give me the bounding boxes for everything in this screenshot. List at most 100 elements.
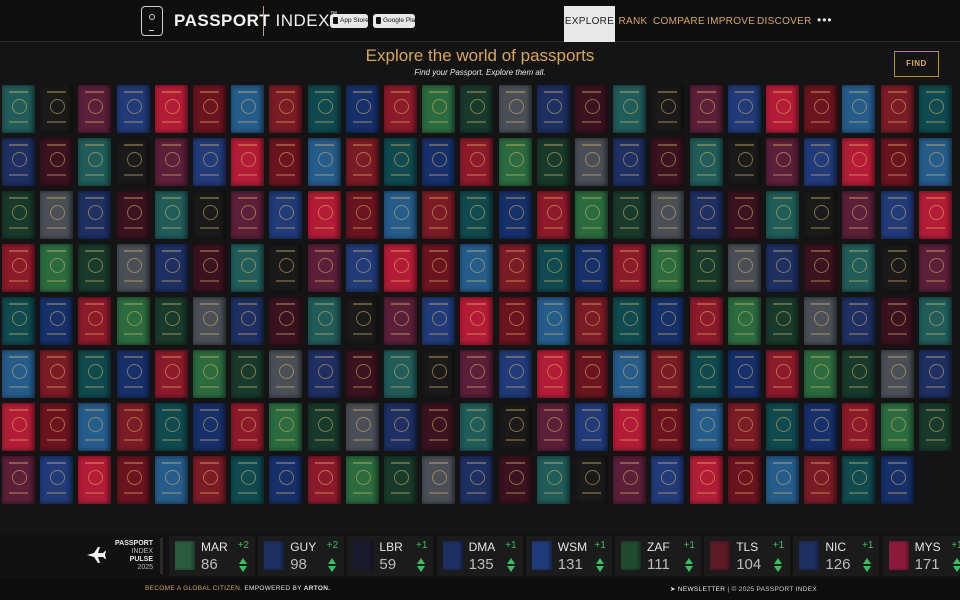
passport-cover[interactable] — [842, 350, 876, 398]
pulse-tile-lbr[interactable]: LBR +1 59 — [347, 536, 434, 576]
passport-cover[interactable] — [154, 350, 188, 398]
passport-cover[interactable] — [116, 191, 150, 239]
pulse-tile-nic[interactable]: NIC +1 126 — [793, 536, 880, 576]
passport-cover[interactable] — [345, 456, 379, 504]
pulse-tile-wsm[interactable]: WSM +1 131 — [525, 536, 612, 576]
passport-cover[interactable] — [2, 85, 35, 133]
passport-cover[interactable] — [842, 138, 876, 186]
passport-cover[interactable] — [384, 191, 417, 239]
passport-cover[interactable] — [307, 403, 341, 451]
passport-cover[interactable] — [154, 297, 188, 345]
passport-cover[interactable] — [804, 244, 838, 292]
passport-cover[interactable] — [918, 85, 952, 133]
passport-cover[interactable] — [116, 456, 150, 504]
passport-cover[interactable] — [193, 244, 226, 292]
passport-cover[interactable] — [880, 244, 914, 292]
passport-cover[interactable] — [154, 244, 188, 292]
passport-cover[interactable] — [231, 244, 265, 292]
nav-improve[interactable]: IMPROVE — [707, 6, 755, 42]
passport-cover[interactable] — [918, 191, 952, 239]
passport-cover[interactable] — [880, 85, 914, 133]
passport-cover[interactable] — [766, 403, 799, 451]
passport-cover[interactable] — [231, 191, 265, 239]
passport-cover[interactable] — [307, 85, 341, 133]
passport-cover[interactable] — [116, 350, 150, 398]
passport-cover[interactable] — [536, 244, 570, 292]
passport-cover[interactable] — [842, 85, 876, 133]
passport-cover[interactable] — [78, 138, 112, 186]
passport-cover[interactable] — [727, 191, 761, 239]
passport-cover[interactable] — [460, 244, 494, 292]
passport-cover[interactable] — [536, 191, 570, 239]
passport-cover[interactable] — [842, 297, 876, 345]
passport-cover[interactable] — [307, 297, 341, 345]
passport-cover[interactable] — [498, 191, 532, 239]
passport-cover[interactable] — [880, 456, 914, 504]
passport-cover[interactable] — [422, 350, 456, 398]
passport-cover[interactable] — [422, 244, 456, 292]
passport-cover[interactable] — [345, 85, 379, 133]
passport-cover[interactable] — [269, 85, 303, 133]
passport-cover[interactable] — [269, 244, 303, 292]
passport-cover[interactable] — [193, 138, 226, 186]
passport-cover[interactable] — [804, 138, 838, 186]
passport-cover[interactable] — [154, 138, 188, 186]
passport-cover[interactable] — [2, 191, 35, 239]
passport-cover[interactable] — [2, 244, 35, 292]
passport-cover[interactable] — [613, 244, 647, 292]
passport-cover[interactable] — [345, 297, 379, 345]
passport-cover[interactable] — [40, 244, 74, 292]
passport-cover[interactable] — [651, 456, 685, 504]
passport-cover[interactable] — [727, 244, 761, 292]
passport-cover[interactable] — [727, 403, 761, 451]
passport-cover[interactable] — [422, 191, 456, 239]
passport-cover[interactable] — [918, 403, 952, 451]
passport-cover[interactable] — [269, 297, 303, 345]
passport-cover[interactable] — [766, 85, 799, 133]
passport-cover[interactable] — [78, 456, 112, 504]
passport-cover[interactable] — [536, 456, 570, 504]
passport-cover[interactable] — [269, 191, 303, 239]
passport-cover[interactable] — [689, 297, 723, 345]
passport-cover[interactable] — [269, 138, 303, 186]
passport-cover[interactable] — [727, 350, 761, 398]
passport-cover[interactable] — [804, 85, 838, 133]
passport-cover[interactable] — [460, 297, 494, 345]
passport-cover[interactable] — [766, 456, 799, 504]
passport-cover[interactable] — [613, 85, 647, 133]
passport-cover[interactable] — [804, 297, 838, 345]
passport-cover[interactable] — [536, 138, 570, 186]
passport-cover[interactable] — [460, 403, 494, 451]
passport-cover[interactable] — [689, 350, 723, 398]
passport-cover[interactable] — [613, 297, 647, 345]
passport-cover[interactable] — [422, 138, 456, 186]
passport-cover[interactable] — [193, 403, 226, 451]
passport-cover[interactable] — [307, 244, 341, 292]
passport-cover[interactable] — [193, 456, 226, 504]
passport-cover[interactable] — [766, 138, 799, 186]
passport-cover[interactable] — [613, 456, 647, 504]
find-button[interactable]: FIND — [894, 51, 939, 77]
passport-cover[interactable] — [575, 350, 608, 398]
passport-cover[interactable] — [613, 350, 647, 398]
passport-cover[interactable] — [766, 297, 799, 345]
passport-cover[interactable] — [116, 85, 150, 133]
passport-cover[interactable] — [460, 456, 494, 504]
passport-cover[interactable] — [498, 138, 532, 186]
passport-cover[interactable] — [918, 297, 952, 345]
passport-cover[interactable] — [575, 244, 608, 292]
pulse-tile-zaf[interactable]: ZAF +1 111 — [615, 536, 701, 576]
passport-cover[interactable] — [575, 138, 608, 186]
passport-cover[interactable] — [2, 297, 35, 345]
passport-cover[interactable] — [460, 191, 494, 239]
app-store-button[interactable]: App Store — [330, 14, 369, 28]
passport-cover[interactable] — [78, 244, 112, 292]
pulse-tile-guy[interactable]: GUY +2 98 — [258, 536, 345, 576]
passport-cover[interactable] — [880, 138, 914, 186]
passport-cover[interactable] — [422, 403, 456, 451]
passport-cover[interactable] — [613, 191, 647, 239]
brand-wordmark[interactable]: PASSPORT INDEX™ — [174, 11, 337, 31]
passport-cover[interactable] — [651, 244, 685, 292]
passport-cover[interactable] — [384, 350, 417, 398]
passport-cover[interactable] — [307, 456, 341, 504]
